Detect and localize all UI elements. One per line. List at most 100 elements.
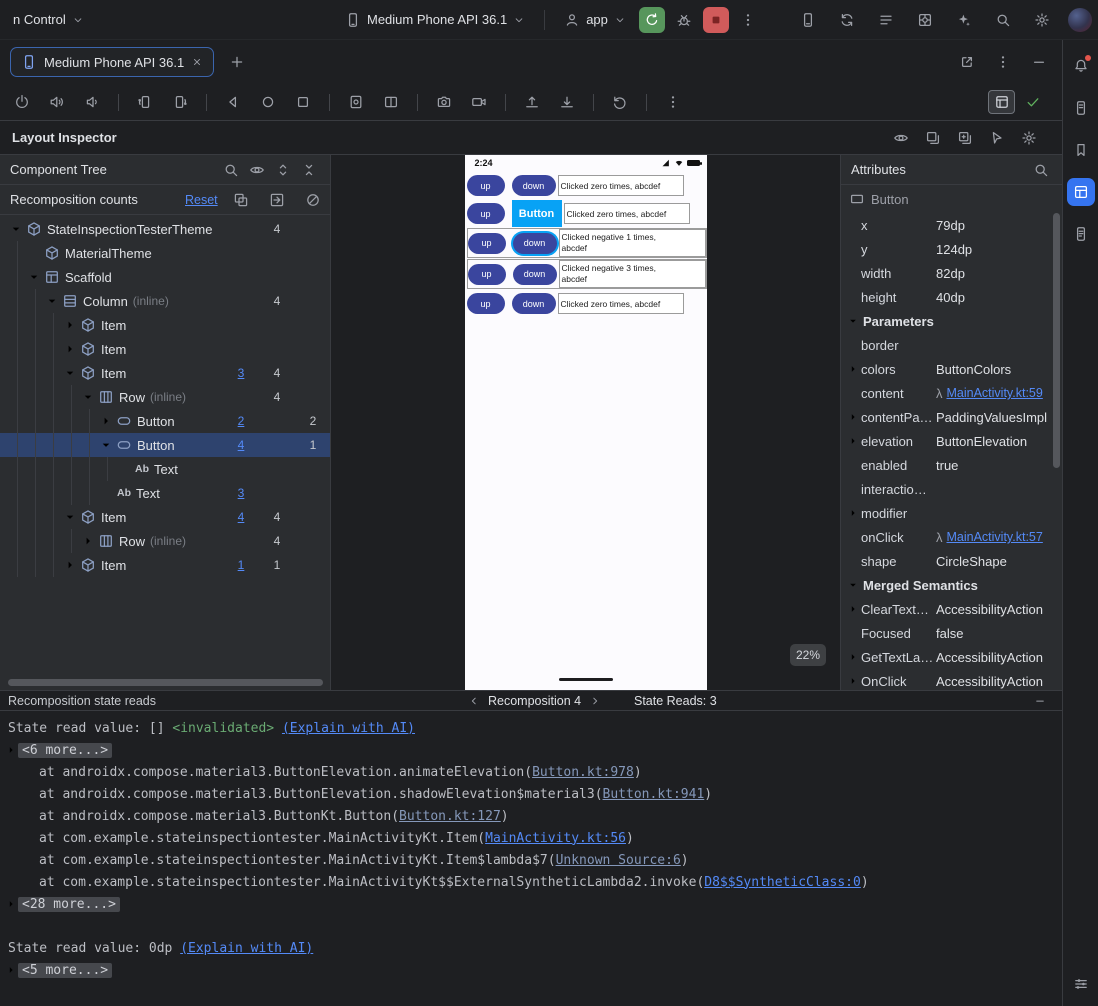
chevron-right-icon[interactable] xyxy=(847,507,861,519)
eye-button[interactable] xyxy=(888,125,914,151)
fold-chevron-icon[interactable] xyxy=(5,964,18,976)
eye-button[interactable] xyxy=(246,159,268,181)
notifications-button[interactable] xyxy=(1067,52,1095,80)
tree-node-item[interactable]: Item xyxy=(0,337,330,361)
source-location-link[interactable]: MainActivity.kt:57 xyxy=(947,530,1043,544)
chevron-right-icon[interactable] xyxy=(847,435,861,447)
attr-row-content[interactable]: content λ MainActivity.kt:59 xyxy=(841,381,1062,405)
app-inspection-button[interactable] xyxy=(912,7,938,33)
more-run-actions-button[interactable] xyxy=(735,7,761,33)
logcat-button[interactable] xyxy=(1067,220,1095,248)
down-button[interactable]: down xyxy=(512,232,557,254)
console-line[interactable]: <28 more...> xyxy=(0,893,1062,915)
chevron-right-icon[interactable] xyxy=(847,363,861,375)
skips-button[interactable] xyxy=(265,188,289,212)
settings-button[interactable] xyxy=(1029,7,1055,33)
slash-button[interactable] xyxy=(301,188,325,212)
chevron-down-icon[interactable] xyxy=(8,222,24,236)
debug-button[interactable] xyxy=(671,7,697,33)
chevron-down-icon[interactable] xyxy=(80,390,96,404)
tree-node-button[interactable]: Button 4 1 xyxy=(0,433,330,457)
stack-frame-link[interactable]: Button.kt:127 xyxy=(399,809,501,824)
chevron-down-icon[interactable] xyxy=(847,579,861,591)
tree-horizontal-scrollbar[interactable] xyxy=(8,679,323,686)
stack-frame-link[interactable]: D8$$SyntheticClass:0 xyxy=(704,875,861,890)
fold-chevron-icon[interactable] xyxy=(5,744,18,756)
fold-toggle[interactable]: <28 more...> xyxy=(18,896,120,912)
attr-row-height[interactable]: height 40dp xyxy=(841,285,1062,309)
tree-node-scaffold[interactable]: Scaffold xyxy=(0,265,330,289)
console-line[interactable]: <6 more...> xyxy=(0,739,1062,761)
counts-button[interactable] xyxy=(229,188,253,212)
attr-row-focused[interactable]: Focused false xyxy=(841,621,1062,645)
tree-node-item[interactable]: Item 4 4 xyxy=(0,505,330,529)
attr-row-enabled[interactable]: enabled true xyxy=(841,453,1062,477)
stack-frame-link[interactable]: Button.kt:941 xyxy=(603,787,705,802)
open-in-window-button[interactable] xyxy=(954,49,980,75)
stack-frame-link[interactable]: MainActivity.kt:56 xyxy=(485,831,626,846)
tree-node-item[interactable]: Item 3 4 xyxy=(0,361,330,385)
attr-row-gettextla-[interactable]: GetTextLa… AccessibilityAction xyxy=(841,645,1062,669)
rotate-right-button[interactable] xyxy=(167,89,193,115)
fold-chevron-icon[interactable] xyxy=(5,898,18,910)
attr-row-contentpa-[interactable]: contentPa… PaddingValuesImpl xyxy=(841,405,1062,429)
power-button[interactable] xyxy=(9,89,35,115)
tree-node-text[interactable]: Ab Text 3 xyxy=(0,481,330,505)
tree-node-row[interactable]: Row (inline) 4 xyxy=(0,529,330,553)
overview-button[interactable] xyxy=(290,89,316,115)
recomposition-count[interactable]: 4 xyxy=(232,510,250,524)
attr-row-y[interactable]: y 124dp xyxy=(841,237,1062,261)
chevron-down-icon[interactable] xyxy=(26,270,42,284)
fold-button[interactable] xyxy=(378,89,404,115)
device-tab[interactable]: Medium Phone API 36.1 xyxy=(10,47,215,77)
tree-node-row[interactable]: Row (inline) 4 xyxy=(0,385,330,409)
attr-row-interactio-[interactable]: interactio… xyxy=(841,477,1062,501)
attr-row-onclick[interactable]: onClick λ MainActivity.kt:57 xyxy=(841,525,1062,549)
rerun-button[interactable] xyxy=(638,6,665,33)
attr-section-merged-semantics[interactable]: Merged Semantics xyxy=(841,573,1062,597)
explain-ai-link[interactable]: (Explain with AI) xyxy=(282,721,415,736)
screenshot-button[interactable] xyxy=(343,89,369,115)
user-avatar[interactable] xyxy=(1068,7,1092,32)
hide-toolwindow-button[interactable] xyxy=(1026,49,1052,75)
search-button[interactable] xyxy=(990,7,1016,33)
tree-node-stateinspectiontestertheme[interactable]: StateInspectionTesterTheme 4 xyxy=(0,217,330,241)
back-button[interactable] xyxy=(220,89,246,115)
previous-recomposition-icon[interactable] xyxy=(468,695,480,707)
chevron-right-icon[interactable] xyxy=(847,675,861,687)
device-screen[interactable]: 2:24 up down Clicked zero times, abcdef up B… xyxy=(464,155,707,690)
attributes-scrollbar[interactable] xyxy=(1053,213,1060,468)
attr-row-shape[interactable]: shape CircleShape xyxy=(841,549,1062,573)
chevron-right-icon[interactable] xyxy=(847,411,861,423)
search-button[interactable] xyxy=(220,159,242,181)
ai-chat-button[interactable] xyxy=(951,7,977,33)
undo-button[interactable] xyxy=(607,89,633,115)
fold-toggle[interactable]: <6 more...> xyxy=(18,742,113,758)
camera-button[interactable] xyxy=(431,89,457,115)
up-button[interactable]: up xyxy=(466,175,505,196)
chevron-right-icon[interactable] xyxy=(847,603,861,615)
tree-node-item[interactable]: Item xyxy=(0,313,330,337)
tab-options-button[interactable] xyxy=(990,49,1016,75)
run-config-selector[interactable]: app xyxy=(557,8,633,32)
vcs-widget[interactable]: n Control xyxy=(6,8,91,31)
sync-button[interactable] xyxy=(834,7,860,33)
recomposition-count[interactable]: 3 xyxy=(232,486,250,500)
video-button[interactable] xyxy=(466,89,492,115)
source-location-link[interactable]: MainActivity.kt:59 xyxy=(947,386,1043,400)
attr-row-width[interactable]: width 82dp xyxy=(841,261,1062,285)
sliders-button[interactable] xyxy=(1067,970,1095,998)
recomposition-count[interactable]: 2 xyxy=(232,414,250,428)
chevron-right-icon[interactable] xyxy=(62,318,78,332)
chevron-right-icon[interactable] xyxy=(62,342,78,356)
tree-node-item[interactable]: Item 1 1 xyxy=(0,553,330,577)
layout-inspector-button[interactable] xyxy=(1066,178,1095,206)
close-tab-icon[interactable] xyxy=(191,56,203,68)
chevron-down-icon[interactable] xyxy=(44,294,60,308)
chevron-down-icon[interactable] xyxy=(62,366,78,380)
down-button[interactable]: down xyxy=(511,293,556,314)
volume-up-button[interactable] xyxy=(44,89,70,115)
up-button[interactable]: up xyxy=(467,232,506,254)
down-button[interactable]: down xyxy=(511,175,556,196)
expand-all-button[interactable] xyxy=(272,159,294,181)
